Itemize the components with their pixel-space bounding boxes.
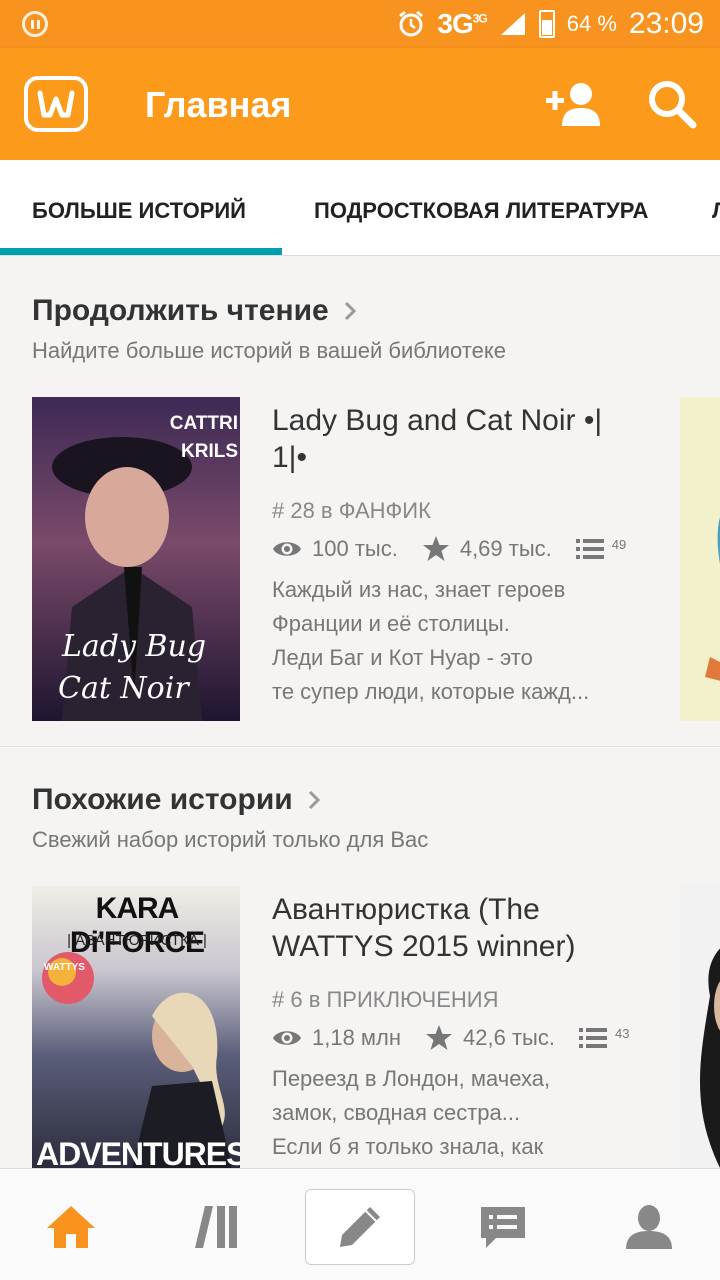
status-bar: 3G3G 64 % 23:09: [0, 0, 720, 48]
tab-more-stories[interactable]: БОЛЬШЕ ИСТОРИЙ: [32, 198, 246, 224]
wattpad-logo-icon[interactable]: [24, 76, 88, 132]
battery-icon: [538, 10, 555, 38]
book-title[interactable]: Авантюристка (The WATTYS 2015 winner): [272, 891, 632, 965]
search-icon[interactable]: [646, 78, 698, 130]
cover-title-line2: Cat Noir: [58, 671, 189, 706]
page-title: Главная: [145, 84, 292, 125]
section-title: Продолжить чтение: [32, 294, 329, 327]
parts-count: 49: [611, 537, 627, 552]
alarm-icon: [399, 10, 424, 37]
section-subtitle: Свежий набор историй только для Вас: [32, 827, 429, 852]
active-tab-indicator: [0, 248, 282, 255]
votes-count: 4,69 тыс.: [459, 535, 552, 561]
next-book-cover[interactable]: [680, 886, 720, 1168]
book-description: Каждый из нас, знает героев Франции и её…: [272, 577, 590, 704]
votes-count: 42,6 тыс.: [463, 1024, 555, 1050]
category-tabs: БОЛЬШЕ ИСТОРИЙ ПОДРОСТКОВАЯ ЛИТЕРАТУРА Л: [0, 160, 720, 256]
book-rank: # 28 в ФАНФИК: [272, 498, 431, 523]
next-book-cover[interactable]: [680, 397, 720, 721]
book-cover[interactable]: CATTRI KRILS Lady Bug Cat Noir: [32, 397, 240, 721]
book-cover[interactable]: KARA Di'FORCE | АВАНТЮРИСТКА | WATTYS AD…: [32, 886, 240, 1168]
book-title[interactable]: Lady Bug and Cat Noir •| 1|•: [272, 402, 632, 476]
clock: 23:09: [628, 7, 704, 40]
app-bar: Главная: [0, 48, 720, 160]
book-stats: 1,18 млн 42,6 тыс. 43: [272, 1024, 653, 1051]
book-rank: # 6 в ПРИКЛЮЧЕНИЯ: [272, 987, 499, 1012]
section-subtitle: Найдите больше историй в вашей библиотек…: [32, 338, 506, 363]
battery-percent: 64 %: [566, 11, 617, 36]
section-similar-stories-header[interactable]: Похожие истории: [32, 783, 321, 817]
eye-icon: [273, 541, 301, 556]
nav-library[interactable]: [162, 1189, 272, 1265]
section-divider: [0, 746, 720, 747]
section-title: Похожие истории: [32, 783, 293, 816]
parts-list-icon: [575, 538, 604, 559]
nav-messages[interactable]: [448, 1189, 558, 1265]
chevron-right-icon: [344, 301, 356, 321]
pencil-icon: [340, 1207, 380, 1247]
star-icon: [422, 536, 449, 561]
section-continue-reading-header[interactable]: Продолжить чтение: [32, 294, 357, 328]
book-stats: 100 тыс. 4,69 тыс. 49: [272, 535, 650, 562]
signal-icon: [500, 13, 525, 35]
bottom-navigation: [0, 1168, 720, 1280]
eye-icon: [273, 1030, 301, 1045]
messages-icon: [481, 1207, 525, 1248]
tab-teen-fiction[interactable]: ПОДРОСТКОВАЯ ЛИТЕРАТУРА: [314, 198, 648, 224]
cover-author-text: CATTRI: [169, 413, 238, 434]
profile-icon: [626, 1205, 672, 1249]
library-icon: [195, 1206, 237, 1248]
cover-title-line1: Lady Bug: [62, 629, 207, 664]
home-icon: [47, 1206, 95, 1248]
parts-count: 43: [614, 1026, 630, 1041]
network-label: 3G3G: [437, 8, 487, 39]
parts-list-icon: [578, 1027, 607, 1048]
chevron-right-icon: [308, 790, 320, 810]
add-user-icon[interactable]: [544, 80, 602, 128]
nav-profile[interactable]: [594, 1189, 704, 1265]
star-icon: [426, 1025, 453, 1050]
cover-badge-text: WATTYS: [44, 962, 85, 973]
cover-author-text: KARA Di'FORCE: [69, 892, 205, 959]
cover-subtitle-text: | АВАНТЮРИСТКА |: [67, 932, 207, 949]
book-description: Переезд в Лондон, мачеха, замок, сводная…: [272, 1066, 551, 1159]
reads-count: 1,18 млн: [312, 1024, 402, 1050]
tab-next[interactable]: Л: [712, 198, 720, 224]
reads-count: 100 тыс.: [312, 535, 398, 561]
nav-write[interactable]: [305, 1189, 415, 1265]
cover-author-text-2: KRILS: [181, 441, 238, 462]
pause-icon: [22, 11, 48, 37]
cover-bottom-text: ADVENTURESS: [36, 1136, 240, 1168]
nav-home[interactable]: [16, 1189, 126, 1265]
